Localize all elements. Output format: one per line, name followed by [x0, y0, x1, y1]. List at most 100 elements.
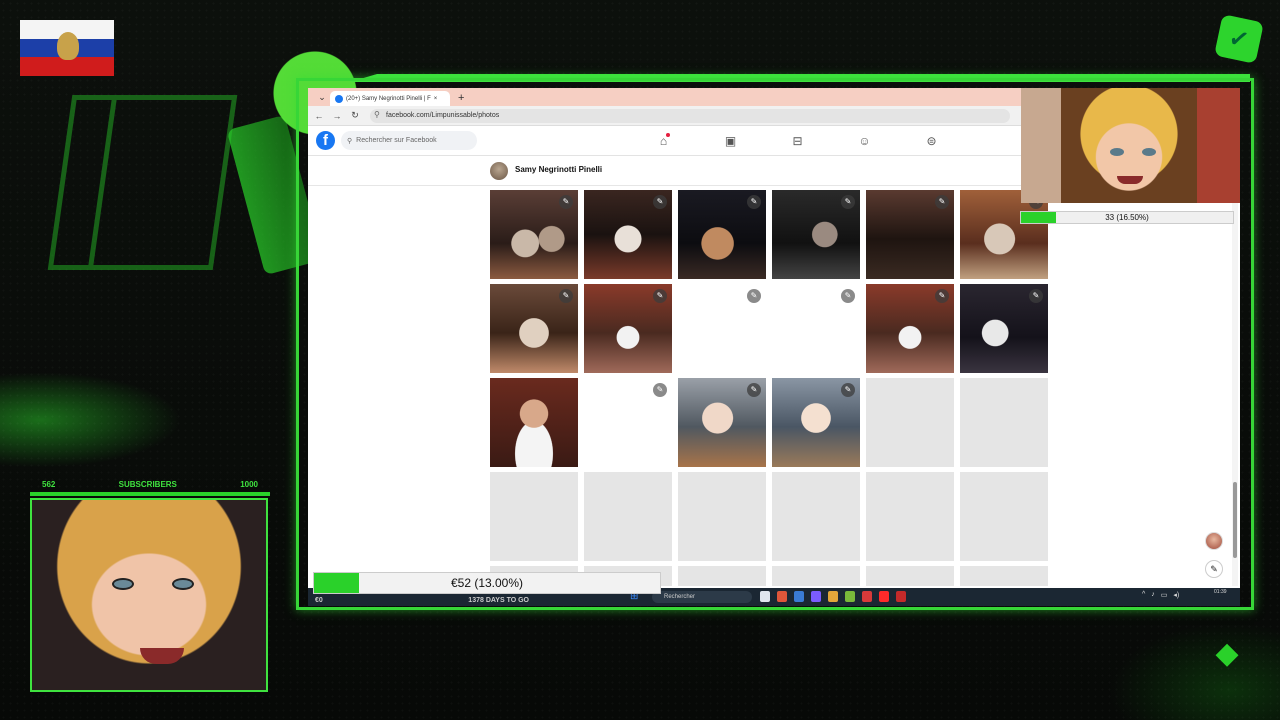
photo-tile[interactable]: ✎: [490, 190, 578, 279]
edit-pencil-icon[interactable]: ✎: [841, 195, 855, 209]
mic-icon[interactable]: ♪: [1151, 591, 1155, 599]
search-placeholder: Rechercher sur Facebook: [356, 137, 437, 144]
network-icon[interactable]: ▭: [1161, 591, 1168, 599]
tab-title: (20+) Samy Negrinotti Pinelli | F: [346, 95, 431, 102]
edit-pencil-icon[interactable]: ✎: [653, 289, 667, 303]
edit-pencil-icon[interactable]: ✎: [1029, 289, 1043, 303]
photo-tile[interactable]: ✎: [866, 190, 954, 279]
scrollbar-thumb[interactable]: [1233, 482, 1237, 558]
photo-tile-loading: [678, 566, 766, 586]
discord-icon[interactable]: [811, 591, 821, 602]
profile-name[interactable]: Samy Negrinotti Pinelli: [515, 165, 602, 174]
k-logo-decoration: [47, 95, 238, 270]
photos-section: ✎ ✎ ✎ ✎ ✎ ✎ ✎ ✎ ✎ ✎ ✎ ✎ ✎ ✎: [308, 186, 1240, 586]
profile-avatar[interactable]: [490, 162, 508, 180]
file-explorer-icon[interactable]: [760, 591, 770, 602]
scrollbar[interactable]: [1232, 186, 1238, 586]
donation-start: €0: [315, 597, 323, 604]
photo-tile-blank[interactable]: ✎: [678, 284, 766, 373]
donation-goal-bar: €52 (13.00%): [313, 572, 661, 594]
obs-icon[interactable]: [862, 591, 872, 602]
edit-pencil-icon[interactable]: ✎: [559, 195, 573, 209]
edit-pencil-icon[interactable]: ✎: [841, 289, 855, 303]
edit-pencil-icon[interactable]: ✎: [841, 383, 855, 397]
photo-row: ✎ ✎ ✎ ✎ ✎ ✎: [490, 190, 1050, 279]
volume-icon[interactable]: ◂): [1173, 591, 1179, 599]
photo-tile[interactable]: ✎: [866, 284, 954, 373]
system-tray: ^ ♪ ▭ ◂): [1142, 591, 1179, 599]
tab-menu-icon[interactable]: ⌄: [314, 88, 330, 106]
photo-tile[interactable]: [490, 378, 578, 467]
photo-tile-loading: [584, 472, 672, 561]
verified-badge-icon: ✓: [1214, 14, 1264, 64]
address-bar[interactable]: facebook.com/Limpunissable/photos: [370, 108, 1010, 123]
photo-tile-loading: [678, 472, 766, 561]
photo-tile[interactable]: ✎: [772, 190, 860, 279]
taskbar-clock[interactable]: 01:39: [1214, 589, 1227, 596]
groups-icon[interactable]: ☺: [831, 126, 898, 156]
edit-pencil-icon[interactable]: ✎: [935, 289, 949, 303]
photo-tile[interactable]: ✎: [772, 378, 860, 467]
media-player-icon[interactable]: [845, 591, 855, 602]
photo-tile-loading: [960, 472, 1048, 561]
photo-tile-loading: [772, 566, 860, 586]
marketplace-icon[interactable]: ⊟: [764, 126, 831, 156]
photo-tile-loading: [490, 472, 578, 561]
photo-tile[interactable]: ✎: [490, 284, 578, 373]
home-icon[interactable]: ⌂: [630, 126, 697, 156]
edit-pencil-icon[interactable]: ✎: [653, 383, 667, 397]
tab-close-icon[interactable]: ×: [434, 96, 438, 102]
edit-pencil-icon[interactable]: ✎: [559, 289, 573, 303]
new-message-button[interactable]: ✎: [1205, 560, 1223, 578]
subscribers-label: SUBSCRIBERS: [118, 480, 177, 489]
facebook-nav: ⌂ ▣ ⊟ ☺ ⊜: [630, 126, 965, 156]
watch-icon[interactable]: ▣: [697, 126, 764, 156]
chat-avatar-button[interactable]: [1205, 532, 1223, 550]
crystal-icon: ◆: [1215, 637, 1239, 670]
brave-icon[interactable]: [777, 591, 787, 602]
photo-row: ✎ ✎ ✎: [490, 378, 1050, 467]
back-button[interactable]: ←: [312, 111, 326, 121]
subscribers-target: 1000: [240, 480, 258, 489]
edit-pencil-icon[interactable]: ✎: [935, 195, 949, 209]
edit-pencil-icon[interactable]: ✎: [747, 383, 761, 397]
youtube-icon[interactable]: [879, 591, 889, 602]
sub-goal-progress: 33 (16.50%): [1020, 211, 1234, 224]
photo-tile-blank[interactable]: ✎: [584, 378, 672, 467]
photo-tile-blank[interactable]: ✎: [772, 284, 860, 373]
taskbar-search[interactable]: Rechercher: [652, 591, 752, 603]
tab-facebook[interactable]: (20+) Samy Negrinotti Pinelli | F ×: [330, 91, 450, 106]
photo-tile[interactable]: ✎: [584, 190, 672, 279]
photo-tile[interactable]: ✎: [960, 190, 1048, 279]
reload-button[interactable]: ↻: [348, 110, 362, 121]
photo-tile[interactable]: ✎: [584, 284, 672, 373]
photo-tile-loading: [866, 566, 954, 586]
donation-goal-text: €52 (13.00%): [450, 576, 524, 590]
facebook-logo-icon[interactable]: f: [316, 131, 335, 150]
photo-tile[interactable]: ✎: [678, 190, 766, 279]
edit-pencil-icon[interactable]: ✎: [747, 289, 761, 303]
chevron-up-icon[interactable]: ^: [1142, 591, 1145, 599]
photo-row: ✎ ✎ ✎ ✎ ✎ ✎: [490, 284, 1050, 373]
stream-overlay: ✓ ◆ ⌄ (20+) Samy Negrinotti Pinelli | F …: [0, 0, 1280, 720]
forward-button[interactable]: →: [330, 111, 344, 121]
webcam-face: [1061, 88, 1197, 203]
photo-row-loading: [490, 472, 1050, 561]
edit-pencil-icon[interactable]: ✎: [747, 195, 761, 209]
webcam-left: [30, 498, 268, 692]
russia-flag-icon: [20, 20, 114, 76]
facebook-search-input[interactable]: ⚲ Rechercher sur Facebook: [341, 131, 477, 150]
new-tab-button[interactable]: +: [450, 91, 472, 106]
acrobat-icon[interactable]: [896, 591, 906, 602]
photo-grid: ✎ ✎ ✎ ✎ ✎ ✎ ✎ ✎ ✎ ✎ ✎ ✎ ✎ ✎: [490, 186, 1050, 586]
photo-tile-loading: [866, 378, 954, 467]
subscribers-current: 562: [42, 480, 56, 489]
edit-pencil-icon[interactable]: ✎: [653, 195, 667, 209]
taskbar-apps: [760, 591, 906, 602]
chrome-icon[interactable]: [828, 591, 838, 602]
edge-icon[interactable]: [794, 591, 804, 602]
photo-tile[interactable]: ✎: [960, 284, 1048, 373]
photo-tile-loading: [772, 472, 860, 561]
gaming-icon[interactable]: ⊜: [898, 126, 965, 156]
photo-tile[interactable]: ✎: [678, 378, 766, 467]
